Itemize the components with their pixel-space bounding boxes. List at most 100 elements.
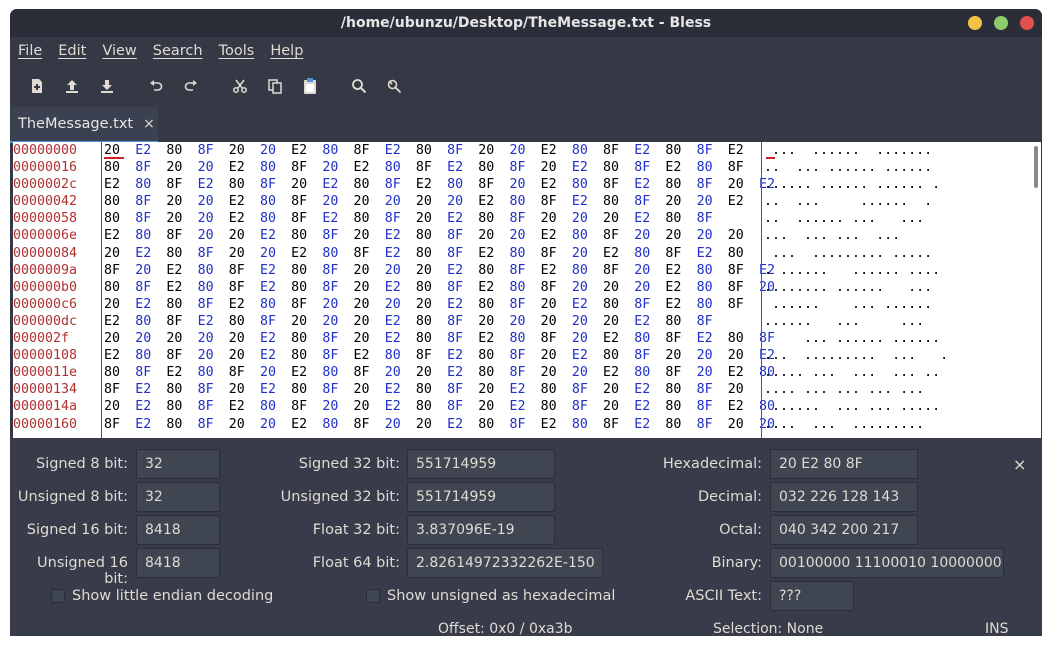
hex-byte[interactable]: 80 — [509, 193, 540, 210]
hex-byte[interactable]: 8F — [291, 210, 322, 227]
hex-byte[interactable]: E2 — [385, 279, 416, 296]
hex-byte[interactable]: 20 — [354, 193, 385, 210]
hex-byte[interactable]: 20 — [260, 245, 291, 262]
hex-byte[interactable]: 20 — [385, 416, 416, 433]
hex-byte[interactable]: 80 — [229, 313, 260, 330]
hex-byte[interactable]: E2 — [572, 347, 603, 364]
close-panel-icon[interactable]: × — [1013, 455, 1026, 474]
hex-byte[interactable]: E2 — [291, 245, 322, 262]
hex-byte[interactable]: 8F — [447, 381, 478, 398]
hex-byte[interactable]: 8F — [135, 279, 166, 296]
hex-byte[interactable]: 8F — [354, 416, 385, 433]
hex-byte[interactable]: 8F — [166, 347, 197, 364]
hex-byte[interactable]: E2 — [135, 416, 166, 433]
hex-row[interactable]: E2 80 8F 20 20 E2 80 8F E2 80 8F E2 80 8F 20 E2 80 8F 20 20… — [104, 347, 775, 364]
hex-byte[interactable]: 8F — [354, 364, 385, 381]
hex-field[interactable]: 20 E2 80 8F — [770, 449, 918, 479]
hex-byte[interactable]: 20 — [634, 279, 665, 296]
hex-byte[interactable]: E2 — [104, 176, 135, 193]
hex-byte[interactable]: 80 — [603, 347, 634, 364]
hex-byte[interactable]: 80 — [634, 364, 665, 381]
menu-search[interactable]: Search — [153, 43, 203, 59]
hex-byte[interactable]: 80 — [665, 416, 696, 433]
ascii-row[interactable]: ... ......... ..... — [764, 245, 1024, 262]
hex-byte[interactable]: 20 — [229, 142, 260, 159]
ascii-row[interactable]: ... ...... ...... — [764, 330, 1024, 347]
hex-byte[interactable]: 80 — [104, 193, 135, 210]
hex-byte[interactable]: 20 — [322, 398, 353, 415]
hex-byte[interactable]: E2 — [229, 398, 260, 415]
hex-byte[interactable]: 20 — [104, 330, 135, 347]
hex-byte[interactable]: E2 — [447, 262, 478, 279]
hex-byte[interactable]: 80 — [728, 245, 759, 262]
new-file-button[interactable] — [22, 71, 52, 101]
hex-byte[interactable]: 20 — [229, 227, 260, 244]
hex-byte[interactable]: 80 — [634, 330, 665, 347]
hex-byte[interactable]: 80 — [697, 296, 728, 313]
hex-byte[interactable]: 8F — [509, 347, 540, 364]
hex-byte[interactable]: E2 — [291, 364, 322, 381]
hex-byte[interactable]: 80 — [665, 313, 696, 330]
hex-byte[interactable]: 8F — [385, 210, 416, 227]
hex-byte[interactable]: 8F — [322, 347, 353, 364]
hex-byte[interactable]: 8F — [478, 176, 509, 193]
hex-byte[interactable]: E2 — [541, 416, 572, 433]
hex-byte[interactable]: 20 — [198, 193, 229, 210]
hex-byte[interactable]: 20 — [416, 210, 447, 227]
hex-row[interactable]: 80 8F E2 80 8F E2 80 8F 20 E2 80 8F E2 80 8F 20 20 20 E2 80… — [104, 279, 775, 296]
hex-byte[interactable]: E2 — [135, 245, 166, 262]
hex-byte[interactable]: 20 — [697, 193, 728, 210]
hex-byte[interactable]: E2 — [665, 296, 696, 313]
hex-byte[interactable]: E2 — [135, 398, 166, 415]
unsigned8-field[interactable]: 32 — [136, 482, 220, 512]
hex-byte[interactable]: 20 — [166, 210, 197, 227]
hex-byte[interactable]: 80 — [572, 262, 603, 279]
hex-byte[interactable]: E2 — [478, 279, 509, 296]
hex-editor[interactable]: 00000000 00000016 0000002c 00000042 00000058… — [13, 142, 1041, 438]
ascii-row[interactable]: .... ... ......... — [764, 416, 1024, 433]
signed8-field[interactable]: 32 — [136, 449, 220, 479]
hex-byte[interactable]: E2 — [603, 330, 634, 347]
hex-byte[interactable]: 80 — [166, 398, 197, 415]
hex-byte[interactable]: 8F — [447, 398, 478, 415]
hex-byte[interactable]: 80 — [166, 381, 197, 398]
binary-field[interactable]: 00100000 11100010 10000000 10001111 — [770, 548, 1004, 578]
hex-byte[interactable]: 20 — [541, 347, 572, 364]
hex-byte[interactable]: 8F — [697, 381, 728, 398]
hex-byte[interactable]: 20 — [354, 381, 385, 398]
hex-row[interactable]: 20 E2 80 8F 20 20 E2 80 8F E2 80 8F E2 80 8F 20 E2 80 8F E2… — [104, 245, 760, 262]
ascii-column[interactable]: ... ...... ......... ... ...... ........… — [764, 142, 1024, 433]
hex-byte[interactable]: 20 — [135, 262, 166, 279]
hex-byte[interactable]: 80 — [135, 176, 166, 193]
hex-byte[interactable]: 20 — [354, 262, 385, 279]
hex-byte[interactable]: 8F — [697, 313, 728, 330]
hex-byte[interactable]: 80 — [135, 227, 166, 244]
hex-byte[interactable]: E2 — [104, 347, 135, 364]
menu-help[interactable]: Help — [270, 43, 303, 59]
ascii-row[interactable]: ... ......... ... . — [764, 347, 1024, 364]
hex-row[interactable]: 8F 20 E2 80 8F E2 80 8F 20 20 20 E2 80 8F E2 80 8F 20 E2 80… — [104, 262, 775, 279]
hex-byte[interactable]: 20 — [291, 176, 322, 193]
hex-byte[interactable]: 8F — [603, 227, 634, 244]
hex-row[interactable]: E2 80 8F E2 80 8F 20 E2 80 8F E2 80 8F 20 E2 80 8F E2 80 8F… — [104, 176, 775, 193]
hex-byte[interactable]: 20 — [665, 227, 696, 244]
hex-byte[interactable]: E2 — [728, 193, 759, 210]
hex-byte[interactable]: 80 — [135, 313, 166, 330]
hex-byte[interactable]: 80 — [665, 210, 696, 227]
hex-byte[interactable]: 20 — [198, 347, 229, 364]
hex-row[interactable]: 20 E2 80 8F 20 20 E2 80 8F E2 80 8F 20 20 E2 80 8F E2 80 8F… — [104, 142, 760, 159]
tab-themessage[interactable]: TheMessage.txt × — [10, 107, 158, 143]
hex-byte[interactable]: 8F — [166, 176, 197, 193]
hex-byte[interactable]: E2 — [385, 330, 416, 347]
hex-byte[interactable]: 80 — [291, 279, 322, 296]
hex-byte[interactable]: 8F — [198, 416, 229, 433]
hex-byte[interactable]: 8F — [229, 262, 260, 279]
replace-button[interactable] — [379, 71, 409, 101]
hex-byte[interactable]: 8F — [229, 364, 260, 381]
hex-byte[interactable]: 20 — [135, 330, 166, 347]
hex-byte[interactable]: 20 — [260, 364, 291, 381]
hex-byte[interactable]: 20 — [354, 296, 385, 313]
hex-byte[interactable]: E2 — [291, 142, 322, 159]
hex-byte[interactable]: E2 — [291, 416, 322, 433]
hex-byte[interactable]: E2 — [260, 279, 291, 296]
